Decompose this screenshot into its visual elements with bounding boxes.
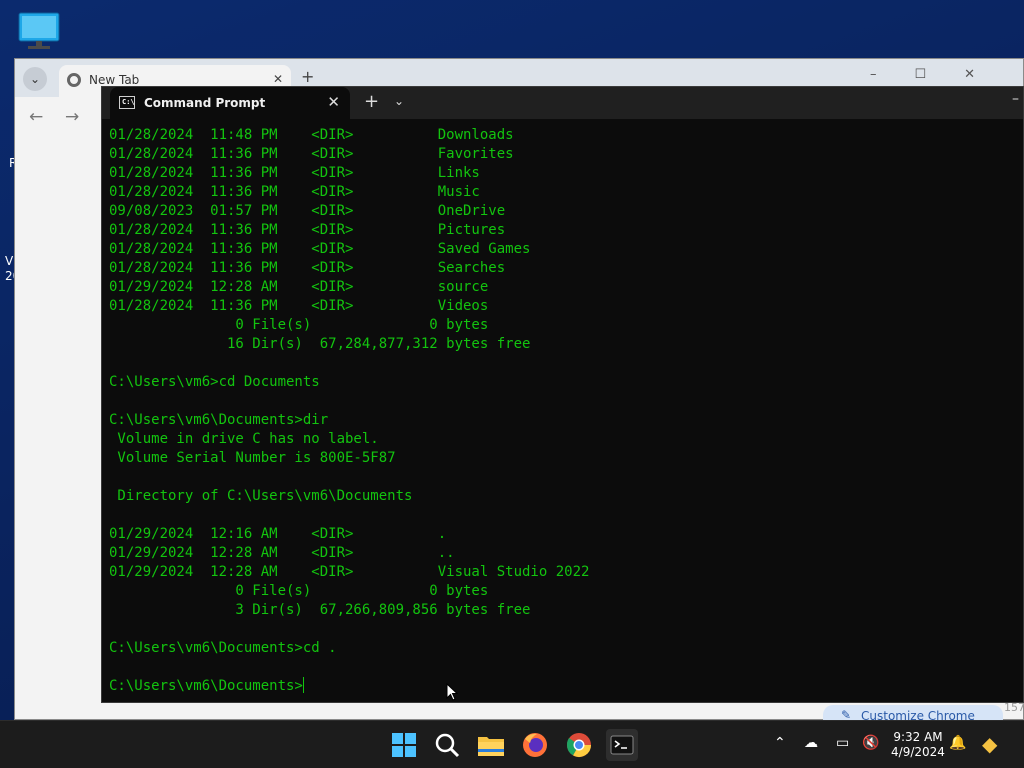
volume-muted-icon[interactable]: 🔇 [862,735,879,751]
terminal-tab-title: Command Prompt [144,96,266,110]
terminal-line: 01/28/2024 11:36 PM <DIR> Videos [109,298,489,314]
terminal-line: 01/28/2024 11:48 PM <DIR> Downloads [109,127,514,143]
mouse-pointer-icon [446,683,458,701]
notification-bell-icon[interactable]: 🔔 [949,735,966,751]
close-tab-icon[interactable]: ✕ [273,72,283,86]
terminal-window[interactable]: C:\ Command Prompt ✕ + ⌄ – 01/28/2024 11… [101,86,1024,703]
new-tab-plus-icon[interactable]: + [301,67,314,86]
tab-command-prompt[interactable]: C:\ Command Prompt ✕ [110,87,350,119]
chrome-tab-title: New Tab [89,73,140,87]
terminal-icon[interactable] [606,729,638,761]
terminal-line: 0 File(s) 0 bytes [109,317,489,333]
terminal-prompt-line[interactable]: C:\Users\vm6\Documents> [109,677,1023,696]
terminal-prompt: C:\Users\vm6\Documents> [109,678,303,694]
terminal-line: Volume Serial Number is 800E-5F87 [109,450,396,466]
terminal-line: C:\Users\vm6\Documents>dir [109,412,329,428]
terminal-line: 01/28/2024 11:36 PM <DIR> Pictures [109,222,506,238]
forward-arrow-icon[interactable]: → [65,107,79,127]
terminal-line: 01/29/2024 12:28 AM <DIR> source [109,279,489,295]
terminal-line: C:\Users\vm6\Documents>cd . [109,640,337,656]
terminal-line: 01/28/2024 11:36 PM <DIR> Saved Games [109,241,531,257]
chrome-favicon-icon [67,73,81,87]
back-arrow-icon[interactable]: ← [29,107,43,127]
copilot-preview-icon[interactable]: ◆ [982,732,997,756]
minimize-button[interactable]: – [1012,91,1019,107]
close-tab-icon[interactable]: ✕ [327,93,340,111]
terminal-line: Volume in drive C has no label. [109,431,379,447]
terminal-line: 01/28/2024 11:36 PM <DIR> Searches [109,260,506,276]
firefox-icon[interactable] [519,729,551,761]
cmd-icon: C:\ [119,96,135,109]
terminal-line: C:\Users\vm6>cd Documents [109,374,320,390]
onedrive-cloud-icon[interactable]: ☁ [804,735,818,751]
tab-search-chevron-icon[interactable]: ⌄ [23,67,47,91]
terminal-line: Directory of C:\Users\vm6\Documents [109,488,413,504]
terminal-line: 16 Dir(s) 67,284,877,312 bytes free [109,336,531,352]
terminal-line: 01/29/2024 12:28 AM <DIR> .. [109,545,455,561]
chrome-window-controls[interactable]: –☐✕ [870,67,1013,82]
chrome-icon[interactable] [563,729,595,761]
terminal-line: 01/28/2024 11:36 PM <DIR> Favorites [109,146,514,162]
terminal-line: 3 Dir(s) 67,266,809,856 bytes free [109,602,531,618]
taskbar: ⌃ ☁ ▭ 🔇 9:32 AM 4/9/2024 🔔 ◆ [0,720,1024,768]
start-icon[interactable] [388,729,420,761]
terminal-line: 01/28/2024 11:36 PM <DIR> Music [109,184,480,200]
terminal-title-bar[interactable]: C:\ Command Prompt ✕ + ⌄ – [102,87,1023,119]
new-tab-plus-icon[interactable]: + [364,91,379,112]
this-pc-desktop-icon[interactable] [18,12,60,50]
terminal-line: 09/08/2023 01:57 PM <DIR> OneDrive [109,203,506,219]
search-icon[interactable] [431,729,463,761]
clock-date: 4/9/2024 [891,745,945,759]
chevron-down-icon[interactable]: ⌄ [394,94,404,108]
file-explorer-icon[interactable] [475,729,507,761]
terminal-line: 0 File(s) 0 bytes [109,583,489,599]
terminal-output[interactable]: 01/28/2024 11:48 PM <DIR> Downloads 01/28… [109,126,1023,696]
terminal-line: 01/29/2024 12:16 AM <DIR> . [109,526,447,542]
terminal-line: 01/28/2024 11:36 PM <DIR> Links [109,165,480,181]
clock-time: 9:32 AM [893,730,943,744]
clock[interactable]: 9:32 AM 4/9/2024 [890,730,946,760]
terminal-line: 01/29/2024 12:28 AM <DIR> Visual Studio … [109,564,590,580]
text-cursor [302,677,304,693]
chevron-up-icon[interactable]: ⌃ [774,735,786,751]
network-icon[interactable]: ▭ [836,735,849,751]
